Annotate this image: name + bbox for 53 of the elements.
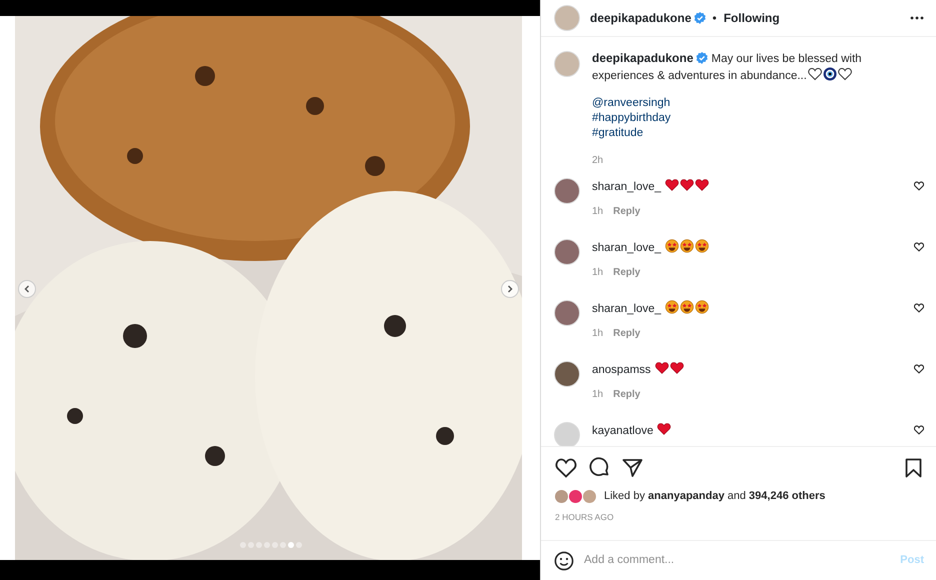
- tag-link[interactable]: #gratitude: [592, 126, 920, 141]
- heart-icon[interactable]: [914, 425, 924, 435]
- username-link[interactable]: deepikapadukone: [592, 51, 694, 65]
- heart-emoji-icon: [670, 361, 684, 375]
- username-link[interactable]: sharan_love_: [592, 181, 662, 193]
- caption-text: deepikapadukone May our lives be blessed with experiences & adventures in abundance...: [592, 51, 863, 84]
- share-icon[interactable]: [622, 458, 643, 478]
- username-link[interactable]: sharan_love_: [592, 303, 662, 315]
- heart-emoji-icon: [680, 178, 694, 192]
- avatar[interactable]: [554, 239, 580, 265]
- tag-link[interactable]: #happybirthday: [592, 111, 920, 126]
- evil-eye-icon: [822, 67, 837, 81]
- chevron-right-icon: [506, 285, 514, 293]
- heart-emoji-icon: [695, 178, 710, 192]
- heart-icon[interactable]: [555, 458, 577, 478]
- star-eyes-face-icon: [680, 300, 694, 314]
- bookmark-icon[interactable]: [905, 458, 922, 478]
- username-link[interactable]: anospamss: [592, 364, 651, 376]
- comment-time: 1h: [592, 327, 604, 341]
- post-timestamp: 2 HOURS AGO: [554, 510, 615, 524]
- star-eyes-face-icon: [665, 239, 680, 253]
- username-link[interactable]: kayanatlove: [592, 425, 654, 437]
- separator-dot: •: [711, 10, 718, 27]
- username-link[interactable]: deepikapadukone: [590, 9, 692, 27]
- comment-time: 1h: [592, 388, 604, 402]
- heart-icon[interactable]: [914, 303, 924, 313]
- star-eyes-face-icon: [680, 239, 694, 253]
- avatar[interactable]: [569, 490, 582, 503]
- more-options-icon[interactable]: [910, 16, 924, 20]
- tag-link[interactable]: @ranveersingh: [592, 96, 920, 111]
- heart-emoji-icon: [654, 361, 669, 375]
- comment-time: 1h: [592, 266, 604, 280]
- avatar[interactable]: [554, 178, 580, 204]
- avatar[interactable]: [554, 300, 580, 326]
- avatar[interactable]: [554, 361, 580, 387]
- heart-icon[interactable]: [914, 181, 924, 191]
- comment-time: 1h: [592, 205, 604, 219]
- username-link[interactable]: sharan_love_: [592, 242, 662, 254]
- following-button[interactable]: Following: [722, 8, 781, 28]
- star-eyes-face-icon: [695, 239, 710, 253]
- star-eyes-face-icon: [695, 300, 710, 314]
- chevron-left-icon: [23, 285, 31, 293]
- post-time: 2h: [592, 154, 604, 168]
- heart-outline-emoji-icon: [808, 67, 822, 81]
- star-eyes-face-icon: [665, 300, 680, 314]
- heart-emoji-icon: [665, 178, 680, 192]
- likes-text: Liked by ananyapanday and 394,246 others: [604, 489, 826, 504]
- heart-emoji-icon: [657, 422, 672, 436]
- heart-icon[interactable]: [914, 242, 924, 252]
- heart-icon[interactable]: [914, 364, 924, 374]
- comment-icon[interactable]: [589, 457, 610, 478]
- emoji-icon[interactable]: [554, 550, 574, 570]
- heart-outline-emoji-icon: [838, 67, 852, 81]
